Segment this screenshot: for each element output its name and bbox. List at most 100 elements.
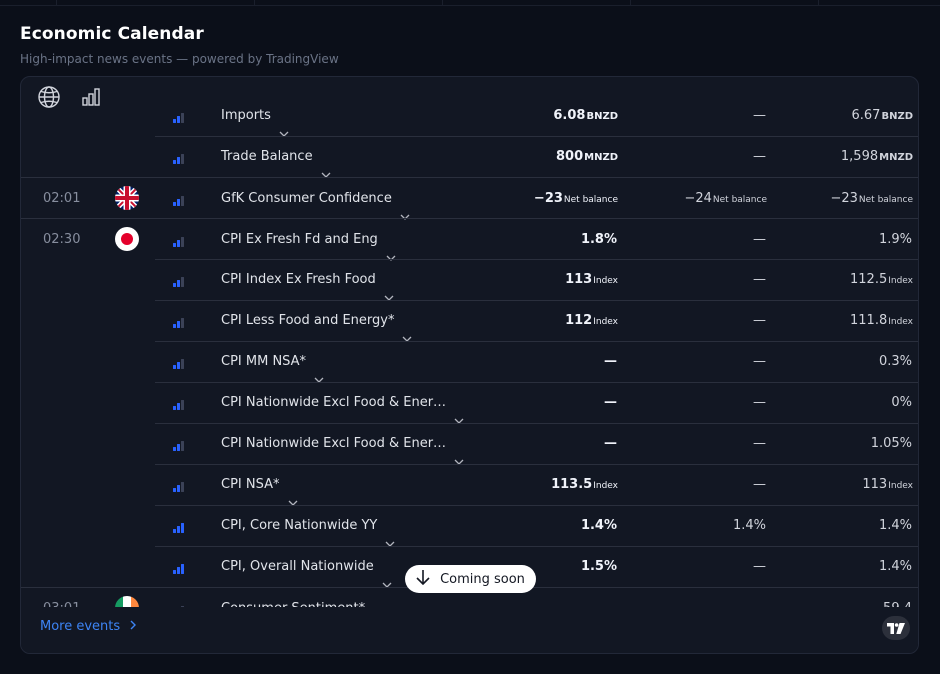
forecast-value: — <box>753 136 767 179</box>
event-name[interactable]: CPI MM NSA* <box>221 341 324 383</box>
actual-value: 1.8% <box>581 219 618 262</box>
prior-value-number: 113 <box>862 477 888 492</box>
event-name[interactable]: CPI Less Food and Energy* <box>221 300 412 342</box>
tradingview-logo-icon[interactable] <box>882 616 910 640</box>
event-title: CPI Nationwide Excl Food & Ener… <box>221 395 447 410</box>
prior-value-number: 1,598 <box>840 149 879 164</box>
event-title: CPI Nationwide Excl Food & Ener… <box>221 436 447 451</box>
event-row[interactable]: CPI Nationwide Excl Food & Ener… — — 0% <box>21 382 918 425</box>
importance-bars-icon <box>173 355 187 369</box>
event-row[interactable]: CPI, Core Nationwide YY 1.4% 1.4% 1.4% <box>21 505 918 547</box>
events-list: Imports 6.08BNZD — 6.67BNZD Trade Balance 800… <box>21 109 918 609</box>
actual-value-number: 800 <box>555 149 584 164</box>
event-name[interactable]: Imports <box>221 109 289 137</box>
event-name[interactable]: CPI Ex Fresh Fd and Eng <box>221 219 396 261</box>
actual-value-unit: Net balance <box>563 195 618 205</box>
actual-value: 112Index <box>565 300 618 343</box>
event-title: CPI Less Food and Energy* <box>221 313 395 328</box>
event-title: CPI MM NSA* <box>221 354 307 369</box>
event-row[interactable]: Imports 6.08BNZD — 6.67BNZD <box>21 109 918 138</box>
event-name[interactable]: CPI, Overall Nationwide <box>221 546 392 588</box>
chevron-down-icon <box>279 113 289 137</box>
actual-value-unit: Index <box>593 317 618 327</box>
event-title: Consumer Sentiment* <box>221 601 366 609</box>
event-title: CPI NSA* <box>221 477 280 492</box>
forecast-value: — <box>753 423 767 466</box>
event-name[interactable]: Trade Balance <box>221 136 331 178</box>
event-title: Trade Balance <box>221 149 313 164</box>
importance-bars-icon <box>173 437 187 451</box>
event-name[interactable]: GfK Consumer Confidence <box>221 178 410 220</box>
actual-value-number: 1.8% <box>580 232 617 247</box>
event-row[interactable]: CPI MM NSA* — — 0.3% <box>21 341 918 384</box>
event-name[interactable]: CPI, Core Nationwide YY <box>221 505 395 547</box>
forecast-value: — <box>753 259 767 302</box>
event-title: Imports <box>221 109 271 123</box>
event-title: CPI, Core Nationwide YY <box>221 518 378 533</box>
event-name[interactable]: Consumer Sentiment* <box>221 588 383 609</box>
event-name[interactable]: CPI Nationwide Excl Food & Ener… <box>221 423 464 465</box>
actual-value-unit: Index <box>593 481 618 491</box>
globe-icon[interactable] <box>37 85 61 109</box>
chevron-down-icon <box>321 154 331 178</box>
event-row[interactable]: 02:30 CPI Ex Fresh Fd and Eng 1.8% — 1.9% <box>21 218 918 262</box>
chevron-down-icon <box>402 318 412 342</box>
prior-value-unit: MNZD <box>879 152 913 163</box>
event-name[interactable]: CPI NSA* <box>221 464 298 506</box>
bar-chart-icon[interactable] <box>79 85 103 109</box>
arrow-down-icon <box>416 569 430 589</box>
forecast-value <box>766 588 767 609</box>
forecast-value-number: −24 <box>684 191 712 206</box>
more-events-label: More events <box>40 619 121 634</box>
event-name[interactable]: CPI Index Ex Fresh Food <box>221 259 394 301</box>
forecast-value-number: — <box>753 109 766 123</box>
event-row[interactable]: CPI NSA* 113.5Index —113Index <box>21 464 918 507</box>
actual-value-number: 112 <box>565 313 593 328</box>
chevron-down-icon <box>382 564 392 588</box>
forecast-value: −24Net balance <box>684 178 767 221</box>
event-row[interactable]: CPI Less Food and Energy* 112Index —111.8I… <box>21 300 918 343</box>
actual-value-number: 1.5% <box>580 559 617 574</box>
forecast-value-unit: Net balance <box>712 195 767 205</box>
event-row[interactable]: CPI Nationwide Excl Food & Ener… — — 1.05% <box>21 423 918 466</box>
prior-value: 0.3% <box>879 341 913 384</box>
event-row[interactable]: CPI Index Ex Fresh Food 113Index —112.5Ind… <box>21 259 918 302</box>
calendar-toolbar <box>37 85 103 109</box>
chevron-down-icon <box>314 359 324 383</box>
importance-bars-icon <box>173 519 187 533</box>
events-viewport[interactable]: Imports 6.08BNZD — 6.67BNZD Trade Balance 800… <box>21 109 918 609</box>
actual-value-number: — <box>604 354 617 369</box>
actual-value: 113Index <box>565 259 618 302</box>
prior-value: 0% <box>891 382 913 425</box>
actual-value: −23Net balance <box>534 178 618 221</box>
prior-value: 6.67BNZD <box>852 109 914 137</box>
forecast-value-number: — <box>753 232 766 247</box>
actual-value-number: — <box>604 436 617 451</box>
forecast-value: — <box>753 109 767 138</box>
prior-value-number: 1.4% <box>878 518 912 533</box>
uk-flag-icon <box>115 186 139 210</box>
forecast-value-number: — <box>753 313 766 328</box>
event-row[interactable]: Trade Balance 800MNZD —1,598MNZD <box>21 136 918 179</box>
prior-value-number: 0.3% <box>878 354 912 369</box>
prior-value-number: 1.05% <box>870 436 912 451</box>
prior-value: 59.4 <box>883 588 913 609</box>
event-time: 03:01 <box>43 601 81 609</box>
chevron-down-icon <box>400 196 410 220</box>
actual-value <box>617 588 618 609</box>
actual-value: 113.5Index <box>551 464 618 507</box>
event-name[interactable]: CPI Nationwide Excl Food & Ener… <box>221 382 464 424</box>
actual-value: 6.08BNZD <box>553 109 618 137</box>
chevron-down-icon <box>454 441 464 465</box>
actual-value-number: 1.4% <box>580 518 617 533</box>
prior-value-number: 112.5 <box>850 272 888 287</box>
coming-soon-label: Coming soon <box>440 571 525 587</box>
prior-value: 1.4% <box>879 546 913 589</box>
importance-bars-icon <box>173 560 187 574</box>
more-events-link[interactable]: More events <box>40 619 137 634</box>
forecast-value-number: — <box>753 149 766 164</box>
event-row[interactable]: 02:01 GfK Consumer Confidence −23Net balan… <box>21 177 918 221</box>
forecast-value: — <box>753 546 767 589</box>
actual-value: — <box>604 341 618 384</box>
coming-soon-button[interactable]: Coming soon <box>405 565 536 593</box>
